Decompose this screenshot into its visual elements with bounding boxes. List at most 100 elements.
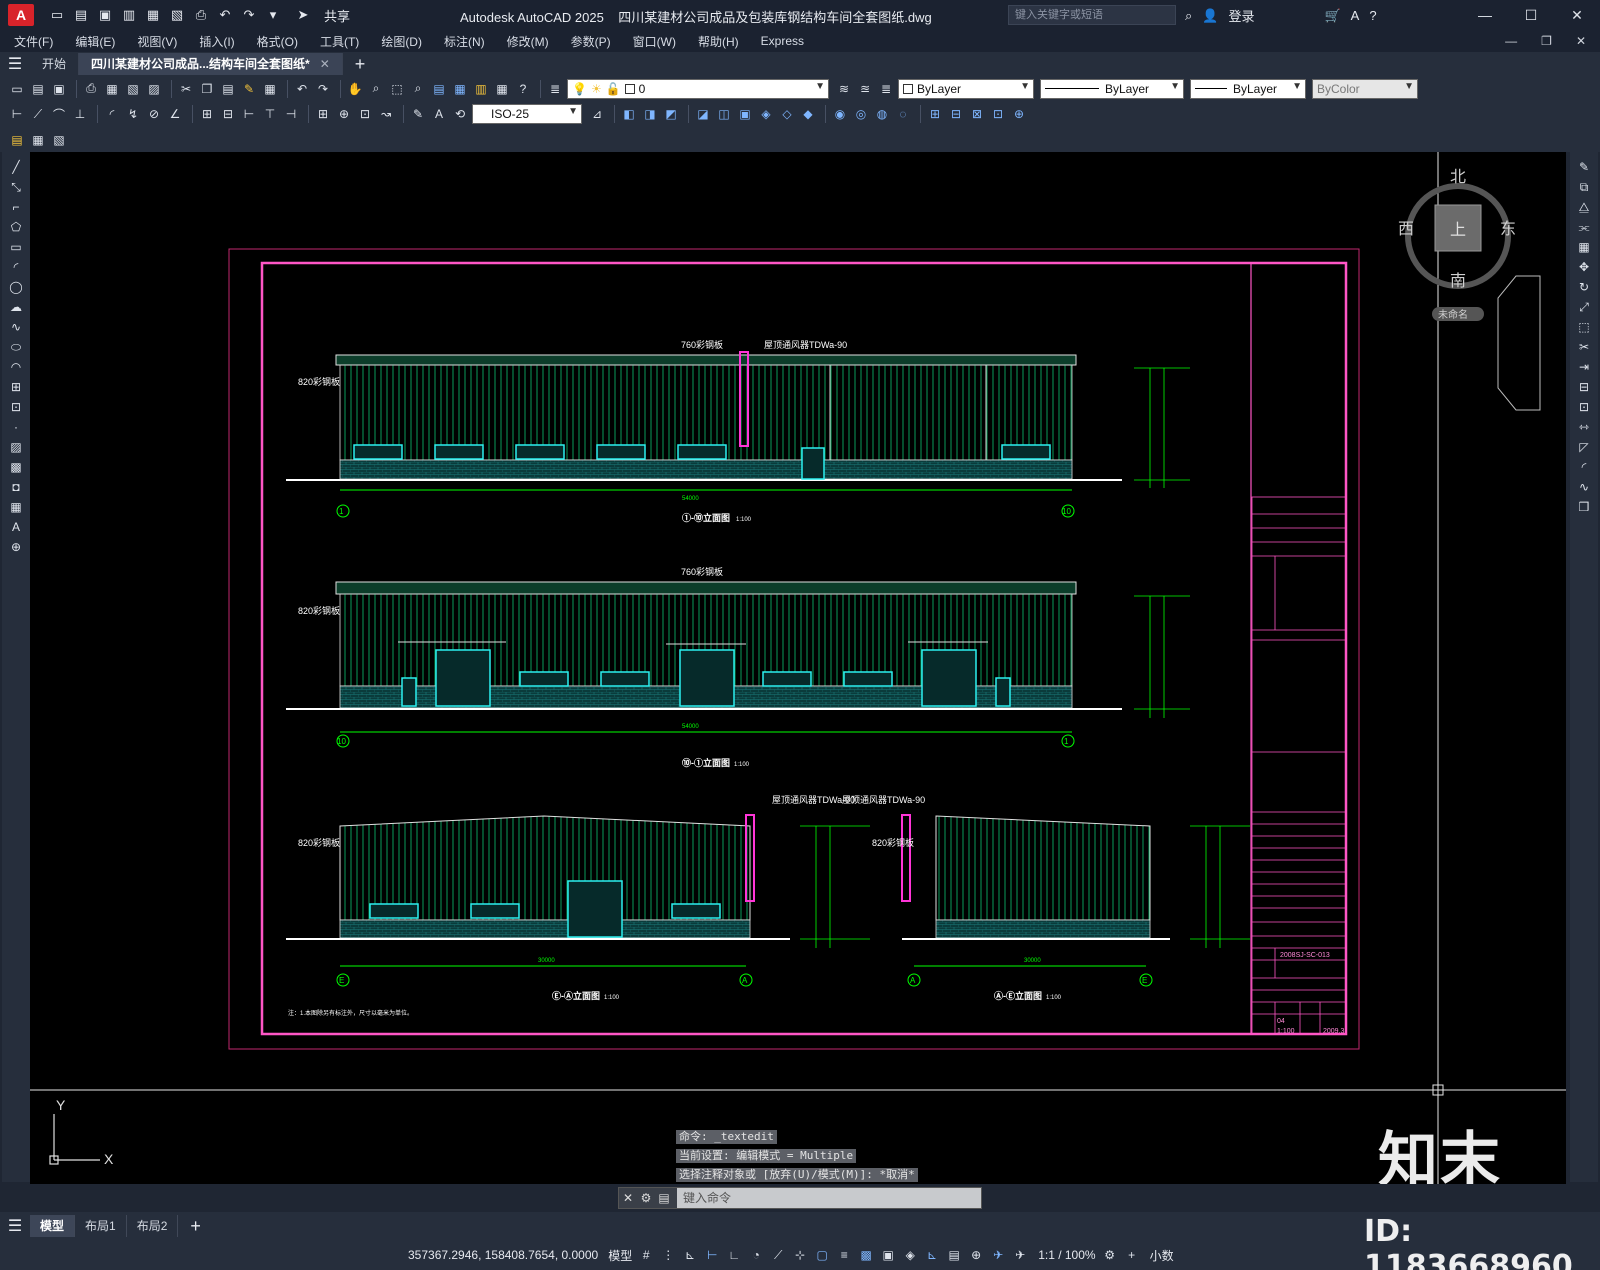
help-icon[interactable]: ? [1369,8,1376,23]
solid-subtract-icon[interactable]: ◩ [662,105,680,123]
zoom-realtime-icon[interactable]: ⌕ [367,80,385,98]
menu-edit[interactable]: 编辑(E) [75,33,115,50]
layer-tools-icon[interactable]: ▧ [50,131,68,149]
table-icon[interactable]: ▦ [7,498,25,516]
tool-palettes-icon[interactable]: ▥ [472,80,490,98]
layer-previous-icon[interactable]: ≊ [856,80,874,98]
cut-icon[interactable]: ✂ [177,80,195,98]
dim-break-icon[interactable]: ⊣ [282,105,300,123]
menu-insert[interactable]: 插入(I) [199,33,234,50]
publish-icon[interactable]: ▧ [124,80,142,98]
menu-view[interactable]: 视图(V) [137,33,177,50]
user-icon[interactable]: 👤 [1202,8,1218,24]
preview-icon[interactable]: ▦ [103,80,121,98]
materials-icon[interactable]: ◎ [852,105,870,123]
isodraft-icon[interactable]: ⟋ [770,1247,786,1263]
array-icon[interactable]: ▦ [1575,238,1593,256]
sweep-icon[interactable]: ▣ [736,105,754,123]
viewcube-north[interactable]: 北 [1450,167,1466,186]
make-current-layer-icon[interactable]: ≋ [835,80,853,98]
trim-icon[interactable]: ✂ [1575,338,1593,356]
doc-restore-icon[interactable]: ❐ [1541,30,1552,52]
ucs-object-icon[interactable]: ⊡ [989,105,1007,123]
open-icon[interactable]: ▤ [29,80,47,98]
paste-icon[interactable]: ▤ [219,80,237,98]
dim-space-icon[interactable]: ⊤ [261,105,279,123]
polar-icon[interactable]: ◔ [748,1247,764,1263]
polygon-icon[interactable]: ⬠ [7,218,25,236]
solid-union-icon[interactable]: ◨ [641,105,659,123]
dim-text-edit-icon[interactable]: A [430,105,448,123]
zoom-previous-icon[interactable]: ⌕ [409,80,427,98]
slice-icon[interactable]: ◆ [799,105,817,123]
tab-layout1[interactable]: 布局1 [75,1215,127,1237]
menu-dimension[interactable]: 标注(N) [444,33,485,50]
quick-dim-icon[interactable]: ⊞ [198,105,216,123]
tab-model[interactable]: 模型 [30,1215,76,1237]
blend-curves-icon[interactable]: ∿ [1575,478,1593,496]
3d-osnap-icon[interactable]: ◈ [902,1247,918,1263]
close-icon[interactable]: ✕ [1554,0,1600,30]
help-icon-2[interactable]: ? [514,80,532,98]
solid-box-icon[interactable]: ◧ [620,105,638,123]
copy-object-icon[interactable]: ⧉ [1575,178,1593,196]
menu-file[interactable]: 文件(F) [14,33,53,50]
menu-parametric[interactable]: 参数(P) [571,33,611,50]
close-tab-icon[interactable]: ✕ [320,57,330,71]
render-icon[interactable]: ◉ [831,105,849,123]
lineweight-icon[interactable]: ≡ [836,1247,852,1263]
autocad-logo-icon[interactable]: A [8,4,34,26]
gizmo-icon[interactable]: ⊕ [968,1247,984,1263]
join-icon[interactable]: ⇿ [1575,418,1593,436]
redo-icon[interactable]: ↷ [240,6,258,24]
break-icon[interactable]: ⊡ [1575,398,1593,416]
calculator-icon[interactable]: ▦ [493,80,511,98]
new-file-icon[interactable]: ▭ [48,6,66,24]
add-selected-icon[interactable]: ⊕ [7,538,25,556]
dim-aligned-icon[interactable]: ⟋ [29,105,47,123]
extrude-icon[interactable]: ◪ [694,105,712,123]
dwf-icon[interactable]: ▨ [145,80,163,98]
dim-edit-icon[interactable]: ✎ [409,105,427,123]
dim-radius-icon[interactable]: ◜ [103,105,121,123]
add-layout-icon[interactable]: + [190,1216,201,1237]
undo-icon[interactable]: ↶ [216,6,234,24]
copy-icon[interactable]: ❐ [198,80,216,98]
autodesk-app-icon[interactable]: A [1351,8,1360,23]
nav-bar[interactable] [1497,275,1541,411]
jogged-linear-icon[interactable]: ↝ [377,105,395,123]
circle-icon[interactable]: ◯ [7,278,25,296]
share-label[interactable]: 共享 [324,6,350,24]
viewcube-south[interactable]: 南 [1450,271,1466,290]
dim-diameter-icon[interactable]: ⊘ [145,105,163,123]
scale-icon[interactable]: ⤢ [1575,298,1593,316]
lights-icon[interactable]: ◍ [873,105,891,123]
model-space-button[interactable]: 模型 [608,1247,632,1264]
spline-icon[interactable]: ∿ [7,318,25,336]
tab-layout2[interactable]: 布局2 [127,1215,179,1237]
menu-express[interactable]: Express [761,34,804,48]
dimstyle-select[interactable]: ISO-25 ▼ [472,104,582,124]
ucs-view-icon[interactable]: ⊕ [1010,105,1028,123]
construction-line-icon[interactable]: ⤡ [7,178,25,196]
menu-modify[interactable]: 修改(M) [507,33,549,50]
point-icon[interactable]: · [7,418,25,436]
snap-icon[interactable]: ⋮ [660,1247,676,1263]
extend-icon[interactable]: ⇥ [1575,358,1593,376]
layer-select[interactable]: 💡 ☀ 🔓 0 ▼ [567,78,829,99]
wcs-menu[interactable]: 未命名 [1438,308,1468,321]
tolerance-icon[interactable]: ⊞ [314,105,332,123]
ellipse-arc-icon[interactable]: ◠ [7,358,25,376]
dim-update-icon[interactable]: ⟲ [451,105,469,123]
plotstyle-select[interactable]: ByColor ▼ [1312,78,1418,99]
presspull-icon[interactable]: ◇ [778,105,796,123]
doc-close-icon[interactable]: ✕ [1576,30,1586,52]
make-block-icon[interactable]: ⊡ [7,398,25,416]
command-settings-icon[interactable]: ⚙ [637,1191,655,1205]
pan-icon[interactable]: ✋ [346,80,364,98]
fillet-icon[interactable]: ◜ [1575,458,1593,476]
menu-window[interactable]: 窗口(W) [633,33,676,50]
undo-icon-2[interactable]: ↶ [293,80,311,98]
match-prop-icon[interactable]: ✎ [240,80,258,98]
camera-icon[interactable]: ◌ [894,105,912,123]
